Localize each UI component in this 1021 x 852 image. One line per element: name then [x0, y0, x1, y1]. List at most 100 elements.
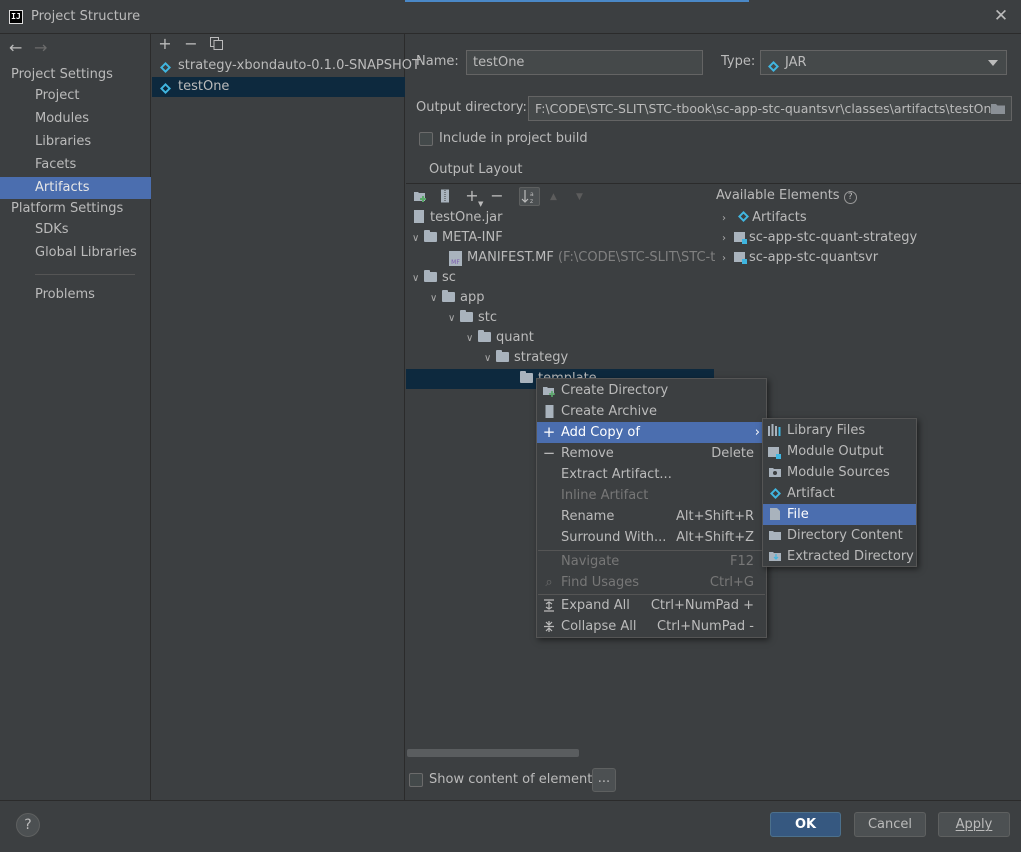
menu-item-inline-artifact[interactable]: Inline Artifact	[537, 485, 766, 506]
create-archive-icon[interactable]	[440, 189, 450, 203]
tab-output-layout[interactable]: Output Layout	[429, 162, 522, 177]
tree-row[interactable]: ∨ stc	[448, 308, 497, 328]
chevron-down-icon	[988, 60, 998, 66]
menu-item-create-directory[interactable]: Create Directory	[537, 380, 766, 401]
sidebar-item-project[interactable]: Project	[0, 85, 151, 107]
type-value: JAR	[785, 55, 807, 70]
list-item[interactable]: testOne	[152, 77, 405, 97]
manifest-file-icon: MF	[449, 251, 462, 266]
copy-icon[interactable]	[210, 37, 223, 50]
window-title: Project Structure	[31, 9, 141, 24]
menu-item-remove[interactable]: − Remove Delete	[537, 443, 766, 464]
artifact-icon	[768, 483, 782, 506]
menu-item-find-usages[interactable]: ⌕ Find Usages Ctrl+G	[537, 572, 766, 593]
help-button[interactable]: ?	[16, 813, 40, 837]
submenu-item-file[interactable]: File	[763, 504, 916, 525]
move-up-icon[interactable]: ▲	[550, 192, 557, 202]
submenu-item-directory-content[interactable]: Directory Content	[763, 525, 916, 546]
dropdown-arrow-icon: ▼	[478, 200, 484, 208]
tree-row[interactable]: › sc-app-stc-quant-strategy	[722, 228, 917, 248]
sidebar-item-artifacts[interactable]: Artifacts	[0, 177, 151, 199]
tree-row[interactable]: ∨ app	[430, 288, 484, 308]
folder-icon	[768, 525, 782, 548]
include-build-checkbox[interactable]	[419, 132, 433, 146]
chevron-down-icon[interactable]: ∨	[466, 329, 478, 349]
cancel-button[interactable]: Cancel	[854, 812, 926, 837]
create-directory-icon[interactable]	[413, 189, 427, 203]
artifact-icon	[738, 209, 750, 229]
horizontal-scrollbar[interactable]	[407, 749, 579, 757]
folder-icon	[442, 290, 455, 302]
available-elements-title: Available Elements ?	[716, 188, 857, 204]
sidebar-item-sdks[interactable]: SDKs	[0, 219, 151, 241]
remove-icon[interactable]: −	[489, 188, 505, 204]
sidebar-item-global-libraries[interactable]: Global Libraries	[0, 242, 151, 264]
shortcut-label: Ctrl+G	[709, 575, 754, 590]
sidebar-item-libraries[interactable]: Libraries	[0, 131, 151, 153]
chevron-down-icon[interactable]: ∨	[412, 229, 424, 249]
show-content-checkbox[interactable]	[409, 773, 423, 787]
ellipsis-button[interactable]: ...	[592, 768, 616, 792]
context-menu: Create Directory Create Archive + Add Co…	[536, 378, 767, 638]
menu-item-rename[interactable]: Rename Alt+Shift+R	[537, 506, 766, 527]
tree-row[interactable]: › Artifacts	[722, 208, 807, 228]
tree-row[interactable]: ∨ quant	[466, 328, 534, 348]
show-content-label: Show content of elements	[429, 772, 600, 787]
chevron-down-icon[interactable]: ∨	[448, 309, 460, 329]
folder-icon	[424, 270, 437, 282]
apply-button[interactable]: Apply	[938, 812, 1010, 837]
artifact-jar-icon	[160, 81, 171, 101]
shortcut-label: Alt+Shift+R	[676, 509, 754, 524]
tree-row[interactable]: testOne.jar	[414, 208, 503, 228]
remove-icon[interactable]: −	[183, 36, 199, 52]
sidebar-item-modules[interactable]: Modules	[0, 108, 151, 130]
submenu-item-module-sources[interactable]: Module Sources	[763, 462, 916, 483]
chevron-right-icon: ›	[754, 425, 760, 440]
arrow-right-icon[interactable]: →	[34, 38, 47, 57]
menu-item-navigate[interactable]: Navigate F12	[537, 551, 766, 572]
submenu-item-extracted-directory[interactable]: Extracted Directory	[763, 546, 916, 567]
close-icon[interactable]: ✕	[993, 7, 1009, 25]
tree-row[interactable]: MFMANIFEST.MF (F:\CODE\STC-SLIT\STC-tboo	[449, 248, 715, 268]
chevron-down-icon[interactable]: ∨	[484, 349, 496, 369]
ok-button[interactable]: OK	[770, 812, 841, 837]
menu-item-create-archive[interactable]: Create Archive	[537, 401, 766, 422]
name-field[interactable]: testOne	[466, 50, 703, 75]
tree-row[interactable]: › sc-app-stc-quantsvr	[722, 248, 878, 268]
menu-item-expand-all[interactable]: Expand All Ctrl+NumPad +	[537, 595, 766, 616]
chevron-down-icon[interactable]: ∨	[430, 289, 442, 309]
sidebar-item-problems[interactable]: Problems	[0, 284, 151, 306]
menu-item-collapse-all[interactable]: Collapse All Ctrl+NumPad -	[537, 616, 766, 637]
menu-item-surround-with[interactable]: Surround With... Alt+Shift+Z	[537, 527, 766, 548]
type-label: Type:	[721, 54, 756, 69]
sort-icon[interactable]: az	[519, 187, 540, 206]
tree-row[interactable]: ∨ sc	[412, 268, 456, 288]
submenu-item-artifact[interactable]: Artifact	[763, 483, 916, 504]
type-select[interactable]: JAR	[760, 50, 1007, 75]
include-build-label: Include in project build	[439, 131, 588, 146]
arrow-left-icon[interactable]: ←	[9, 38, 22, 57]
tree-row[interactable]: ∨ strategy	[484, 348, 568, 368]
remove-icon: −	[542, 444, 556, 462]
chevron-down-icon[interactable]: ∨	[412, 269, 424, 289]
jar-file-icon	[414, 210, 424, 223]
submenu-item-library-files[interactable]: Library Files	[763, 420, 916, 441]
submenu-item-module-output[interactable]: Module Output	[763, 441, 916, 462]
platform-settings-heading: Platform Settings	[11, 201, 124, 216]
chevron-right-icon[interactable]: ›	[722, 249, 734, 269]
output-directory-field[interactable]: F:\CODE\STC-SLIT\STC-tbook\sc-app-stc-qu…	[528, 96, 1012, 121]
move-down-icon[interactable]: ▼	[576, 192, 583, 202]
jar-icon	[768, 57, 779, 74]
sidebar-item-facets[interactable]: Facets	[0, 154, 151, 176]
artifact-name: strategy-xbondauto-0.1.0-SNAPSHOT	[178, 58, 420, 73]
menu-item-add-copy-of[interactable]: + Add Copy of ›	[537, 422, 766, 443]
chevron-right-icon[interactable]: ›	[722, 229, 734, 249]
list-item[interactable]: strategy-xbondauto-0.1.0-SNAPSHOT	[152, 56, 420, 76]
collapse-all-icon	[542, 616, 556, 640]
chevron-right-icon[interactable]: ›	[722, 209, 734, 229]
folder-browse-icon[interactable]	[990, 102, 1006, 115]
tree-row[interactable]: ∨ META-INF	[412, 228, 503, 248]
help-circle-icon[interactable]: ?	[843, 191, 857, 204]
menu-item-extract-artifact[interactable]: Extract Artifact...	[537, 464, 766, 485]
add-icon[interactable]: +	[157, 36, 173, 52]
